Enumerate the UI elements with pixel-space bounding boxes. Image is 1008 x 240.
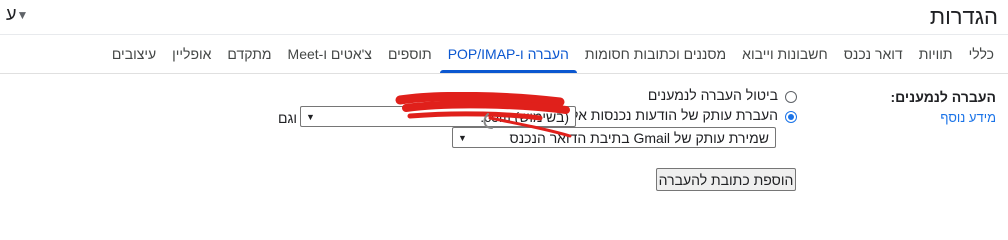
and-label: וגם [278,110,298,126]
chevron-down-icon: ▼ [16,7,29,22]
forwarding-section-label: העברה לנמענים: [890,89,996,105]
redaction-scribble [395,92,572,138]
input-language-label: ע [6,4,17,24]
add-forwarding-address-button[interactable]: הוספת כתובת להעברה [656,168,796,191]
tab-general[interactable]: כללי [961,35,1008,73]
tab-advanced[interactable]: מתקדם [219,35,279,73]
tab-addons[interactable]: תוספים [380,35,440,73]
disable-forwarding-label[interactable]: ביטול העברה לנמענים [622,87,778,103]
page-title: הגדרות [929,4,998,29]
tabs-divider [0,73,1008,74]
tab-accounts-import[interactable]: חשבונות וייבוא [734,35,836,73]
tab-filters-blocked[interactable]: מסננים וכתובות חסומות [577,35,734,73]
tab-offline[interactable]: אופליין [164,35,219,73]
learn-more-link[interactable]: מידע נוסף [940,110,996,125]
tab-themes[interactable]: עיצובים [104,35,164,73]
forward-copy-label[interactable]: העברת עותק של הודעות נכנסות אל [571,107,778,123]
settings-tabs: כללי תוויות דואר נכנס חשבונות וייבוא מסנ… [104,35,1008,73]
tab-forwarding-pop-imap[interactable]: העברה ו-POP/IMAP [439,35,578,73]
chevron-down-icon: ▼ [306,111,315,122]
tab-chat-meet[interactable]: צ'אטים ו-Meet [280,35,380,73]
forward-copy-radio[interactable] [785,111,797,123]
disable-forwarding-radio[interactable] [785,91,797,103]
tab-labels[interactable]: תוויות [911,35,961,73]
tab-inbox[interactable]: דואר נכנס [836,35,911,73]
input-tools-menu[interactable]: ע ▼ [6,4,32,25]
